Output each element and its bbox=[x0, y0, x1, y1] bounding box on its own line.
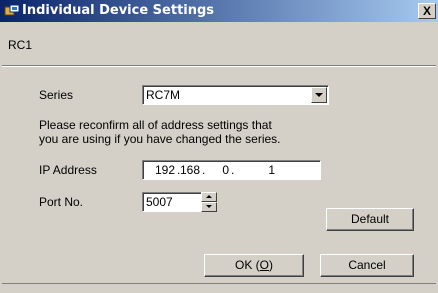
chevron-down-icon[interactable] bbox=[311, 87, 327, 103]
title-bar[interactable]: Individual Device Settings X bbox=[0, 0, 438, 22]
series-dropdown[interactable]: RC7M bbox=[142, 85, 329, 105]
ip-octet-3[interactable]: 0 bbox=[199, 163, 229, 177]
window-title: Individual Device Settings bbox=[22, 3, 215, 18]
bottom-edge bbox=[2, 283, 436, 284]
spin-down-icon[interactable] bbox=[201, 202, 217, 212]
series-change-notice: Please reconfirm all of address settings… bbox=[39, 118, 339, 146]
cancel-button[interactable]: Cancel bbox=[320, 254, 414, 277]
default-button[interactable]: Default bbox=[326, 208, 414, 231]
ok-label: OK ( bbox=[234, 258, 260, 272]
ip-dot: . bbox=[231, 163, 235, 177]
separator bbox=[2, 65, 436, 67]
series-label: Series bbox=[39, 88, 74, 102]
close-button[interactable]: X bbox=[418, 3, 436, 19]
settings-app-icon bbox=[4, 4, 20, 16]
ip-octet-4[interactable]: 1 bbox=[245, 163, 275, 177]
device-name-label: RC1 bbox=[8, 38, 33, 52]
notice-line-1: Please reconfirm all of address settings… bbox=[39, 118, 272, 132]
spin-up-icon[interactable] bbox=[201, 192, 217, 202]
ip-address-label: IP Address bbox=[39, 163, 97, 177]
port-spinner[interactable] bbox=[201, 192, 217, 212]
port-label: Port No. bbox=[39, 195, 84, 209]
port-value: 5007 bbox=[146, 195, 173, 209]
port-input[interactable]: 5007 bbox=[142, 192, 202, 212]
ip-address-field[interactable]: 192 . 168 . 0 . 1 bbox=[142, 160, 321, 180]
ip-octet-2[interactable]: 168 bbox=[170, 163, 200, 177]
ok-label-end: ) bbox=[269, 258, 273, 272]
notice-line-2: you are using if you have changed the se… bbox=[39, 132, 281, 146]
ok-accel-key: O bbox=[259, 258, 269, 272]
ok-button[interactable]: OK (O) bbox=[204, 254, 304, 277]
series-value: RC7M bbox=[146, 88, 181, 102]
